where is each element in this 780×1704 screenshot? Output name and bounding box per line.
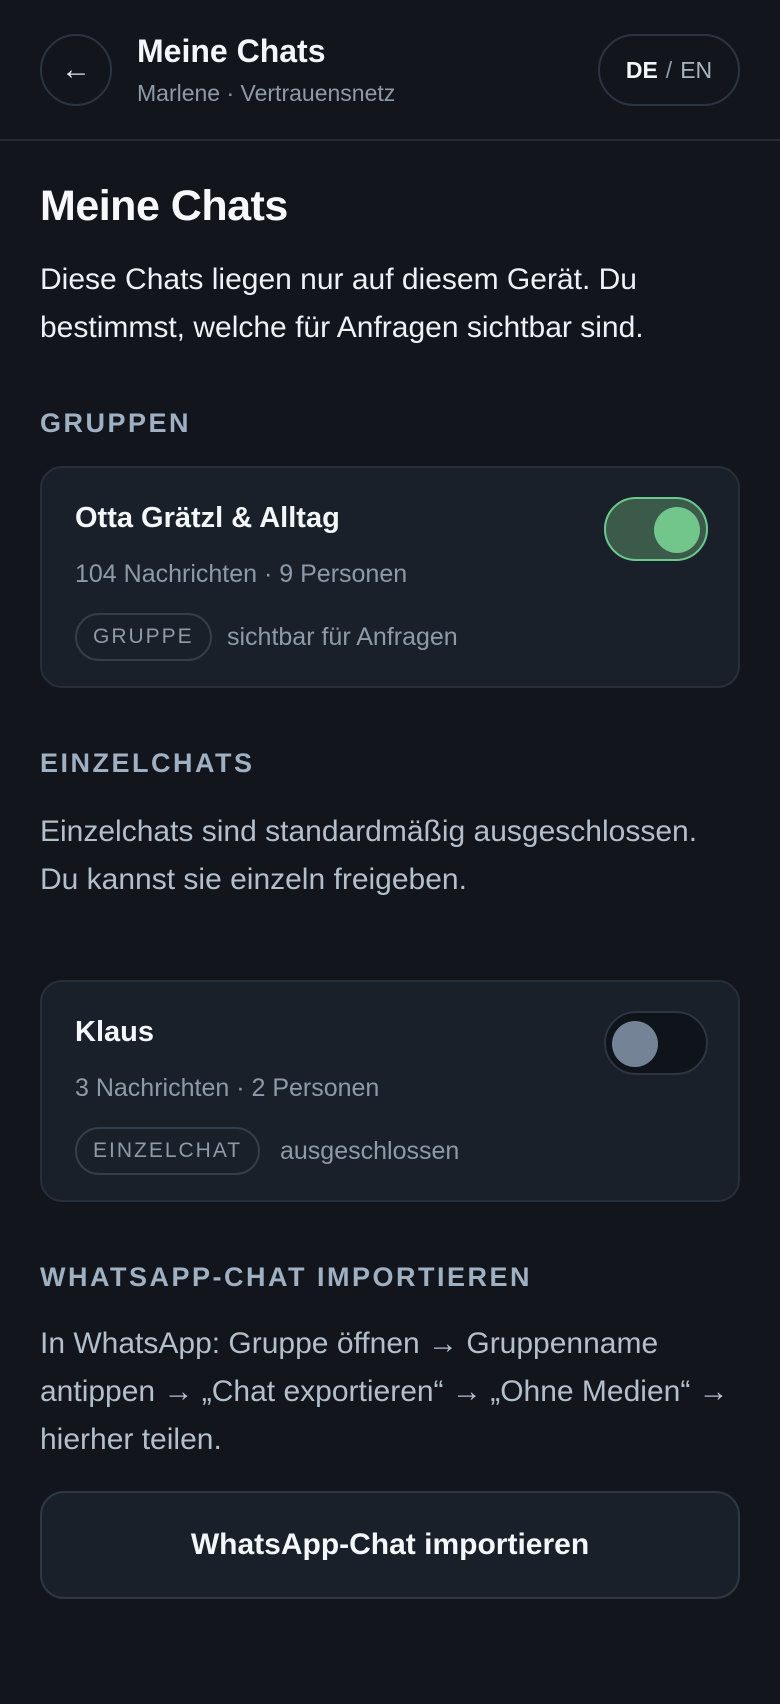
chat-type-badge: EINZELCHAT: [75, 1127, 261, 1175]
toggle-knob: [612, 1021, 658, 1067]
arrow-left-icon: ←: [61, 53, 91, 86]
page-title: Meine Chats: [40, 182, 288, 230]
lang-en-option[interactable]: EN: [680, 57, 712, 84]
page-intro: Diese Chats liegen nur auf diesem Gerät.…: [40, 263, 644, 344]
chat-name: Klaus: [75, 1016, 154, 1048]
back-button[interactable]: ←: [40, 34, 112, 106]
header-title: Meine Chats: [137, 33, 326, 69]
single-chats-description: Einzelchats sind standardmäßig ausgeschl…: [40, 815, 698, 896]
header-subtitle: Marlene · Vertrauensnetz: [137, 80, 396, 106]
chat-meta: 3 Nachrichten · 2 Personen: [75, 1074, 380, 1102]
chat-visibility-status: ausgeschlossen: [280, 1136, 460, 1165]
visibility-toggle[interactable]: [604, 1011, 708, 1075]
visibility-toggle[interactable]: [604, 497, 708, 561]
import-instructions: In WhatsApp: Gruppe öffnen → Gruppenname…: [40, 1327, 729, 1456]
chat-type-badge: GRUPPE: [75, 613, 212, 661]
section-label-groups: GRUPPEN: [40, 408, 192, 438]
chat-name: Otta Grätzl & Alltag: [75, 502, 340, 534]
chat-visibility-status: sichtbar für Anfragen: [227, 622, 458, 651]
chat-card-single: Klaus 3 Nachrichten · 2 Personen EINZELC…: [40, 980, 740, 1202]
chat-card-group: Otta Grätzl & Alltag 104 Nachrichten · 9…: [40, 466, 740, 688]
language-switcher[interactable]: DE / EN: [598, 34, 740, 106]
lang-de-option[interactable]: DE: [626, 57, 658, 84]
import-whatsapp-button[interactable]: WhatsApp-Chat importieren: [40, 1491, 740, 1599]
section-label-single-chats: EINZELCHATS: [40, 748, 255, 778]
lang-separator: /: [665, 56, 673, 83]
toggle-knob: [654, 507, 700, 553]
chat-meta: 104 Nachrichten · 9 Personen: [75, 560, 408, 588]
app-header: ← Meine Chats Marlene · Vertrauensnetz D…: [0, 0, 780, 141]
section-label-import: WHATSAPP-CHAT IMPORTIEREN: [40, 1262, 532, 1292]
